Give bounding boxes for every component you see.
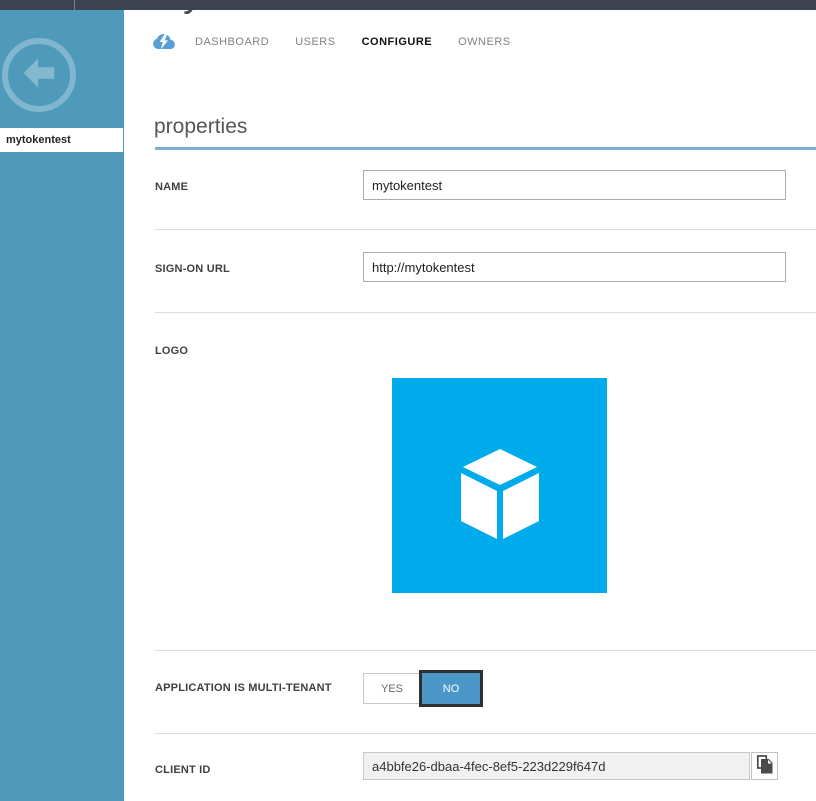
top-bar-divider	[74, 0, 75, 10]
sidebar: mytokentest	[0, 10, 124, 801]
app-logo	[392, 378, 607, 593]
tab-owners[interactable]: OWNERS	[458, 36, 511, 48]
row-divider	[155, 733, 816, 734]
back-button[interactable]	[2, 38, 76, 112]
copy-icon	[756, 755, 773, 777]
row-divider	[155, 229, 816, 230]
tab-users[interactable]: USERS	[295, 36, 335, 48]
top-bar	[0, 0, 816, 10]
tab-configure[interactable]: CONFIGURE	[362, 36, 433, 48]
name-label: NAME	[155, 181, 188, 193]
back-arrow-icon	[18, 52, 60, 99]
sign-on-url-label: SIGN-ON URL	[155, 263, 230, 275]
sidebar-item-app[interactable]: mytokentest	[0, 128, 123, 152]
tab-dashboard[interactable]: DASHBOARD	[195, 36, 269, 48]
client-id-label: CLIENT ID	[155, 764, 211, 776]
multi-tenant-yes-button[interactable]: YES	[363, 673, 421, 704]
tab-bar: DASHBOARD USERS CONFIGURE OWNERS	[152, 33, 537, 50]
multi-tenant-toggle: YES NO	[363, 670, 483, 707]
sign-on-url-input[interactable]	[363, 252, 786, 282]
row-divider	[155, 312, 816, 313]
client-id-field[interactable]	[363, 752, 750, 780]
logo-label: LOGO	[155, 345, 188, 357]
copy-client-id-button[interactable]	[751, 752, 778, 780]
multi-tenant-no-button[interactable]: NO	[419, 670, 483, 707]
cloud-lightning-icon[interactable]	[152, 33, 176, 50]
row-divider	[155, 650, 816, 651]
sidebar-item-label: mytokentest	[0, 134, 71, 146]
section-title: properties	[154, 115, 247, 139]
multi-tenant-label: APPLICATION IS MULTI-TENANT	[155, 682, 332, 694]
name-input[interactable]	[363, 170, 786, 200]
section-accent-line	[155, 147, 816, 150]
cube-icon	[459, 447, 541, 541]
